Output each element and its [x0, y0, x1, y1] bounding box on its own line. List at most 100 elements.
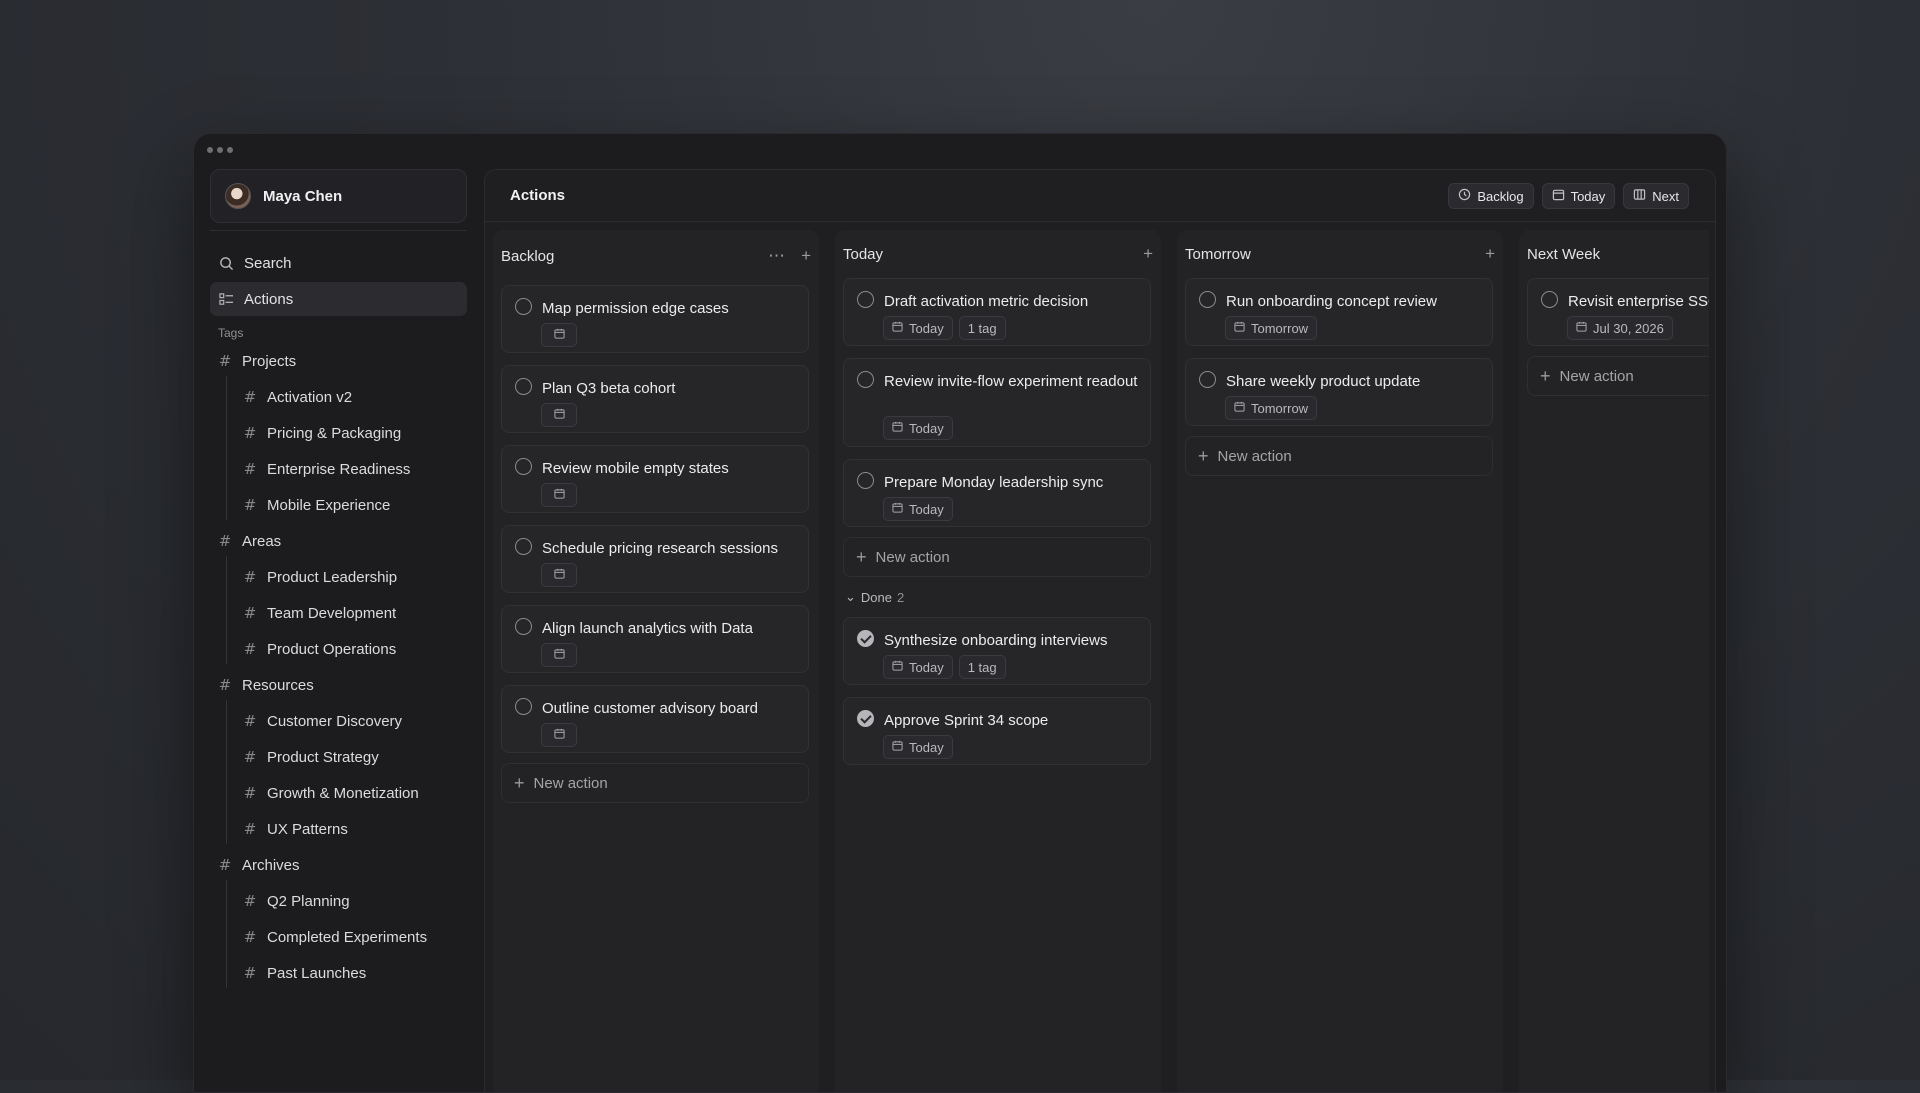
tag-item[interactable]: # Product Strategy — [243, 742, 379, 772]
complete-checkbox[interactable] — [515, 698, 532, 715]
view-backlog-button[interactable]: Backlog — [1448, 183, 1534, 209]
add-icon[interactable]: + — [1143, 244, 1153, 264]
complete-checkbox[interactable] — [857, 710, 874, 727]
chip-label: 1 tag — [967, 659, 997, 675]
complete-checkbox[interactable] — [515, 458, 532, 475]
action-card[interactable]: Outline customer advisory board — [501, 685, 809, 753]
tag-group[interactable]: # Projects — [218, 346, 296, 376]
tag-item[interactable]: # Completed Experiments — [243, 922, 427, 952]
new-action-button[interactable]: + New action — [501, 763, 809, 803]
tag-item[interactable]: # Product Leadership — [243, 562, 397, 592]
set-date-button[interactable] — [541, 403, 577, 427]
card-meta: Tomorrow — [1225, 316, 1318, 340]
date-chip[interactable]: Today — [883, 416, 953, 440]
tag-group[interactable]: # Resources — [218, 670, 314, 700]
tree-guide-line — [226, 376, 227, 520]
tree-guide-line — [226, 700, 227, 844]
new-action-button[interactable]: + New action — [1185, 436, 1493, 476]
tag-count-chip[interactable]: 1 tag — [958, 316, 1006, 340]
action-card[interactable]: Schedule pricing research sessions — [501, 525, 809, 593]
done-action-card[interactable]: Synthesize onboarding interviews Today 1 t… — [843, 617, 1151, 685]
action-card[interactable]: Draft activation metric decision Today 1 t… — [843, 278, 1151, 346]
hash-icon: # — [218, 856, 232, 874]
tag-item[interactable]: # UX Patterns — [243, 814, 348, 844]
set-date-button[interactable] — [541, 643, 577, 667]
column-title: Today — [843, 245, 884, 263]
tag-item-label: Enterprise Readiness — [267, 460, 411, 478]
tag-item-label: Mobile Experience — [267, 496, 391, 514]
complete-checkbox[interactable] — [1199, 371, 1216, 388]
add-icon[interactable]: + — [1485, 244, 1495, 264]
tag-item[interactable]: # Mobile Experience — [243, 490, 391, 520]
tags-section-label: Tags — [218, 326, 244, 340]
more-icon[interactable]: ⋯ — [768, 246, 785, 266]
action-card[interactable]: Prepare Monday leadership sync Today — [843, 459, 1151, 527]
hash-icon: # — [243, 424, 257, 442]
action-title: Approve Sprint 34 scope — [884, 712, 1049, 729]
tag-item[interactable]: # Activation v2 — [243, 382, 352, 412]
date-chip[interactable]: Today — [883, 316, 953, 340]
calendar-icon — [1234, 401, 1245, 415]
set-date-button[interactable] — [541, 563, 577, 587]
tag-item-label: Product Operations — [267, 640, 397, 658]
tag-item[interactable]: # Team Development — [243, 598, 397, 628]
complete-checkbox[interactable] — [515, 378, 532, 395]
nav-actions[interactable]: Actions — [210, 282, 467, 316]
new-action-button[interactable]: + New action — [1527, 356, 1709, 396]
set-date-button[interactable] — [541, 483, 577, 507]
tag-item[interactable]: # Q2 Planning — [243, 886, 350, 916]
action-card[interactable]: Share weekly product update Tomorrow — [1185, 358, 1493, 426]
calendar-icon — [1576, 321, 1587, 335]
complete-checkbox[interactable] — [857, 472, 874, 489]
complete-checkbox[interactable] — [857, 371, 874, 388]
action-card[interactable]: Review mobile empty states — [501, 445, 809, 513]
plus-icon: + — [1540, 365, 1551, 386]
view-next-button[interactable]: Next — [1623, 183, 1689, 209]
new-action-button[interactable]: + New action — [843, 537, 1151, 577]
action-card[interactable]: Review invite-flow experiment readout Tod… — [843, 358, 1151, 447]
action-card[interactable]: Revisit enterprise SSO Jul 30, 2026 — [1527, 278, 1709, 346]
date-chip[interactable]: Today — [883, 735, 953, 759]
tag-item[interactable]: # Growth & Monetization — [243, 778, 419, 808]
action-card[interactable]: Map permission edge cases — [501, 285, 809, 353]
tag-group[interactable]: # Archives — [218, 850, 300, 880]
tag-item[interactable]: # Enterprise Readiness — [243, 454, 411, 484]
user-name: Maya Chen — [263, 187, 343, 205]
tag-item[interactable]: # Past Launches — [243, 958, 367, 988]
set-date-button[interactable] — [541, 723, 577, 747]
date-chip[interactable]: Today — [883, 497, 953, 521]
hash-icon: # — [243, 784, 257, 802]
tag-item-label: Past Launches — [267, 964, 367, 982]
action-card[interactable]: Run onboarding concept review Tomorrow — [1185, 278, 1493, 346]
complete-checkbox[interactable] — [515, 618, 532, 635]
action-card[interactable]: Plan Q3 beta cohort — [501, 365, 809, 433]
set-date-button[interactable] — [541, 323, 577, 347]
tag-item[interactable]: # Product Operations — [243, 634, 397, 664]
hash-icon: # — [243, 460, 257, 478]
tag-group-label: Projects — [242, 352, 297, 370]
tag-count-chip[interactable]: 1 tag — [958, 655, 1006, 679]
date-chip[interactable]: Jul 30, 2026 — [1567, 316, 1673, 340]
view-today-button[interactable]: Today — [1541, 183, 1616, 209]
done-section-toggle[interactable]: ⌄ Done 2 — [845, 589, 904, 605]
calendar-icon — [892, 321, 903, 335]
tag-item-label: UX Patterns — [267, 820, 348, 838]
date-chip[interactable]: Today — [883, 655, 953, 679]
tag-item[interactable]: # Pricing & Packaging — [243, 418, 402, 448]
tag-group[interactable]: # Areas — [218, 526, 281, 556]
complete-checkbox[interactable] — [515, 538, 532, 555]
sidebar: Maya Chen Search Actions Tags # Projects #… — [194, 134, 484, 1092]
complete-checkbox[interactable] — [857, 630, 874, 647]
complete-checkbox[interactable] — [1199, 291, 1216, 308]
tag-item[interactable]: # Customer Discovery — [243, 706, 402, 736]
add-icon[interactable]: + — [801, 246, 811, 266]
complete-checkbox[interactable] — [857, 291, 874, 308]
user-profile[interactable]: Maya Chen — [210, 169, 467, 223]
action-card[interactable]: Align launch analytics with Data — [501, 605, 809, 673]
done-action-card[interactable]: Approve Sprint 34 scope Today — [843, 697, 1151, 765]
nav-search[interactable]: Search — [210, 246, 467, 280]
date-chip[interactable]: Tomorrow — [1225, 396, 1318, 420]
date-chip[interactable]: Tomorrow — [1225, 316, 1318, 340]
complete-checkbox[interactable] — [515, 298, 532, 315]
complete-checkbox[interactable] — [1541, 291, 1558, 308]
